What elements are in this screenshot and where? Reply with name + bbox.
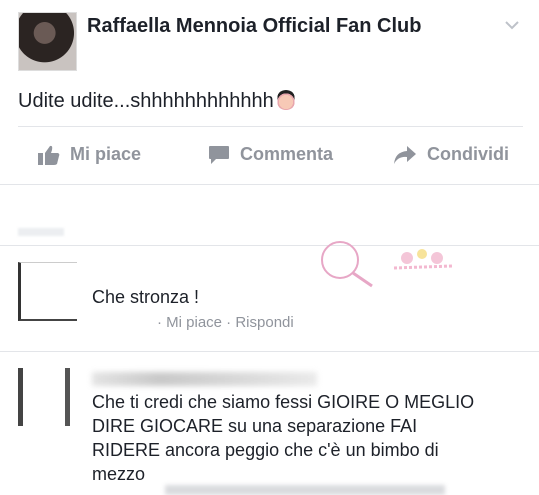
post-header: Raffaella Mennoia Official Fan Club xyxy=(0,0,539,75)
divider xyxy=(18,126,523,127)
watermark-logo xyxy=(321,241,453,288)
divider xyxy=(0,351,539,352)
share-arrow-icon xyxy=(394,145,416,164)
comment-actions[interactable]: · Mi piace · Rispondi xyxy=(157,314,294,331)
comment-text: Che stronza ! xyxy=(92,287,200,307)
comment-avatar[interactable] xyxy=(18,262,77,321)
chevron-down-icon[interactable] xyxy=(505,18,519,32)
like-label: Mi piace xyxy=(70,144,142,164)
comment-avatar[interactable] xyxy=(18,368,70,426)
share-button[interactable]: Condividi xyxy=(393,144,509,165)
blurred-comment-actions xyxy=(165,485,445,495)
page-avatar[interactable] xyxy=(18,12,77,71)
comment-text: Che ti credi che siamo fessi GIOIRE O ME… xyxy=(92,390,474,486)
post-actions-bar: Mi piace Commenta Condividi xyxy=(0,128,539,183)
page-name[interactable]: Raffaella Mennoia Official Fan Club xyxy=(87,15,422,38)
comment-line: Che ti credi che siamo fessi GIOIRE O ME… xyxy=(92,392,475,412)
comment-button[interactable]: Commenta xyxy=(208,144,333,165)
comment-line: RIDERE ancora peggio che c'è un bimbo di xyxy=(92,440,439,460)
comment-label: Commenta xyxy=(240,144,334,164)
share-label: Condividi xyxy=(427,144,509,164)
blurred-text xyxy=(18,228,64,236)
post-text-content: Udite udite...shhhhhhhhhhhh xyxy=(18,90,274,112)
divider xyxy=(0,184,539,185)
like-button[interactable]: Mi piace xyxy=(38,144,141,165)
comment-line: mezzo xyxy=(92,464,146,484)
comment-bubble-icon xyxy=(209,145,229,164)
woman-face-emoji-icon xyxy=(275,90,296,110)
like-thumb-icon xyxy=(38,145,60,165)
blurred-commenter-name xyxy=(92,372,317,386)
post-text: Udite udite...shhhhhhhhhhhh xyxy=(18,90,296,113)
comment-line: DIRE GIOCARE su una separazione FAI xyxy=(92,416,418,436)
